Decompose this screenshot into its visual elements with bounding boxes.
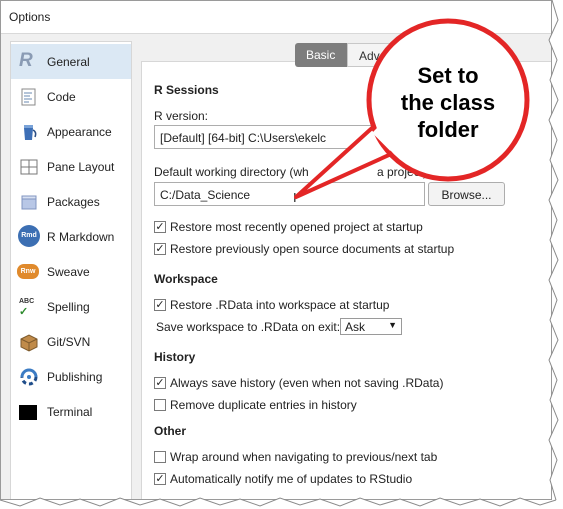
callout-line-3: folder <box>417 117 479 142</box>
callout-line-1: Set to <box>417 63 479 88</box>
callout-line-2: the class <box>400 90 496 115</box>
callout-text: Set to the class folder <box>388 62 508 143</box>
